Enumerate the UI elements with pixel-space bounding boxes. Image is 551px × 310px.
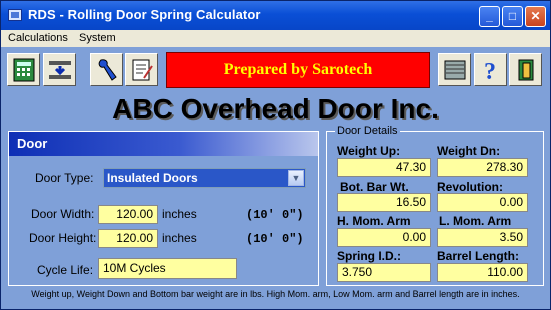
door-height-label: Door Height: bbox=[29, 231, 97, 245]
door-panel-header: Door bbox=[9, 132, 318, 156]
h-mom-arm-label: H. Mom. Arm bbox=[337, 214, 411, 228]
door-type-value: Insulated Doors bbox=[107, 171, 198, 185]
cycle-life-field[interactable]: 10M Cycles bbox=[98, 258, 237, 279]
report-icon bbox=[132, 59, 153, 81]
barrel-length-label: Barrel Length: bbox=[437, 249, 520, 263]
svg-text:?: ? bbox=[484, 59, 496, 82]
app-icon bbox=[8, 9, 22, 21]
l-mom-arm-label: L. Mom. Arm bbox=[439, 214, 512, 228]
menu-system[interactable]: System bbox=[79, 32, 116, 44]
barrel-length-field[interactable]: 110.00 bbox=[437, 263, 528, 282]
app-window: RDS - Rolling Door Spring Calculator _ □… bbox=[0, 0, 551, 310]
spring-id-field[interactable]: 3.750 bbox=[337, 263, 431, 282]
revolution-field[interactable]: 0.00 bbox=[437, 193, 528, 212]
h-mom-arm-field[interactable]: 0.00 bbox=[337, 228, 431, 247]
units-footnote: Weight up, Weight Down and Bottom bar we… bbox=[31, 289, 520, 299]
door-icon bbox=[444, 60, 466, 80]
calculator-icon bbox=[13, 58, 35, 82]
door-width-field[interactable]: 120.00 bbox=[98, 205, 158, 224]
calculator-button[interactable] bbox=[7, 53, 40, 86]
tools-icon bbox=[98, 59, 117, 81]
spring-list-icon bbox=[49, 61, 71, 79]
title-bar[interactable]: RDS - Rolling Door Spring Calculator _ □… bbox=[1, 1, 550, 30]
exit-icon bbox=[518, 59, 534, 81]
weight-dn-field[interactable]: 278.30 bbox=[437, 158, 528, 177]
tools-button[interactable] bbox=[90, 53, 123, 86]
close-button[interactable]: ✕ bbox=[525, 6, 546, 27]
weight-dn-label: Weight Dn: bbox=[437, 144, 501, 158]
bot-bar-field[interactable]: 16.50 bbox=[337, 193, 431, 212]
weight-up-label: Weight Up: bbox=[337, 144, 401, 158]
cycle-life-label: Cycle Life: bbox=[37, 263, 94, 277]
door-type-select[interactable]: Insulated Doors ▼ bbox=[103, 168, 306, 188]
door-button[interactable] bbox=[438, 53, 471, 86]
exit-button[interactable] bbox=[509, 53, 542, 86]
window-title: RDS - Rolling Door Spring Calculator bbox=[28, 7, 261, 22]
door-height-feet: (10' 0") bbox=[246, 232, 304, 246]
door-details-title: Door Details bbox=[335, 125, 400, 137]
door-height-unit: inches bbox=[162, 231, 197, 245]
door-height-field[interactable]: 120.00 bbox=[98, 229, 158, 248]
menu-bar: Calculations System bbox=[1, 30, 550, 47]
spring-id-label: Spring I.D.: bbox=[337, 249, 401, 263]
maximize-button[interactable]: □ bbox=[502, 6, 523, 27]
help-icon: ? bbox=[484, 59, 496, 82]
report-button[interactable] bbox=[125, 53, 158, 86]
door-width-unit: inches bbox=[162, 207, 197, 221]
minimize-button[interactable]: _ bbox=[479, 6, 500, 27]
spring-list-button[interactable] bbox=[43, 53, 76, 86]
chevron-down-icon[interactable]: ▼ bbox=[288, 170, 304, 186]
help-button[interactable]: ? bbox=[474, 53, 507, 86]
weight-up-field[interactable]: 47.30 bbox=[337, 158, 431, 177]
door-panel-title: Door bbox=[17, 136, 48, 151]
revolution-label: Revolution: bbox=[437, 180, 503, 194]
bot-bar-label: Bot. Bar Wt. bbox=[340, 180, 409, 194]
company-name: ABC Overhead Door Inc. bbox=[112, 93, 439, 124]
door-width-feet: (10' 0") bbox=[246, 208, 304, 222]
toolbar: Prepared by Sarotech ? bbox=[1, 47, 550, 95]
prepared-by-banner: Prepared by Sarotech bbox=[166, 52, 430, 88]
door-width-label: Door Width: bbox=[31, 207, 95, 221]
door-panel: Door Door Type: Insulated Doors ▼ Door W… bbox=[8, 131, 319, 286]
door-type-label: Door Type: bbox=[35, 171, 94, 185]
l-mom-arm-field[interactable]: 3.50 bbox=[437, 228, 528, 247]
menu-calculations[interactable]: Calculations bbox=[8, 32, 68, 44]
